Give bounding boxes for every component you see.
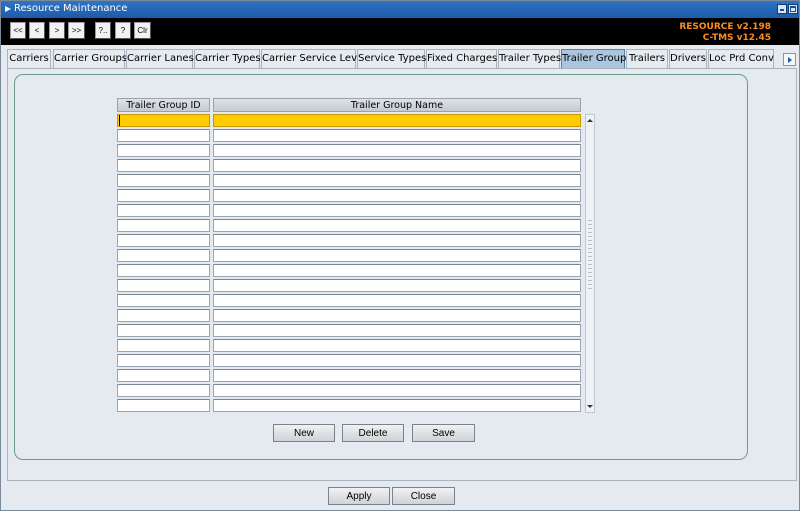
trailer-group-name-cell[interactable]: [213, 189, 581, 202]
trailer-group-name-cell[interactable]: [213, 219, 581, 232]
tab-carrier-service-level[interactable]: Carrier Service Level: [261, 49, 366, 68]
text-caret: [119, 115, 120, 126]
tab-carriers[interactable]: Carriers: [7, 49, 51, 68]
help-button[interactable]: ?: [115, 22, 131, 39]
maximize-button[interactable]: [788, 4, 798, 14]
column-header-trailer-group-name: Trailer Group Name: [213, 98, 581, 112]
clear-button[interactable]: Clr: [134, 22, 151, 39]
trailer-group-id-cell[interactable]: [117, 129, 210, 142]
trailer-group-id-cell[interactable]: [117, 339, 210, 352]
trailer-group-name-cell[interactable]: [213, 264, 581, 277]
ctms-version: C-TMS v12.45: [702, 33, 771, 43]
scroll-thumb[interactable]: [588, 220, 592, 290]
close-button[interactable]: Close: [392, 487, 455, 505]
column-header-trailer-group-id: Trailer Group ID: [117, 98, 210, 112]
save-button[interactable]: Save: [412, 424, 475, 442]
trailer-group-name-cell[interactable]: [213, 279, 581, 292]
trailer-group-id-cell[interactable]: [117, 399, 210, 412]
trailer-group-id-cell[interactable]: [117, 324, 210, 337]
new-button[interactable]: New: [273, 424, 335, 442]
tab-trailers[interactable]: Trailers: [626, 49, 668, 68]
resource-version: RESOURCE v2.198: [679, 22, 771, 32]
apply-button[interactable]: Apply: [328, 487, 390, 505]
first-record-button[interactable]: <<: [10, 22, 26, 39]
trailer-group-id-cell[interactable]: [117, 264, 210, 277]
trailer-group-name-cell[interactable]: [213, 144, 581, 157]
trailer-group-name-cell[interactable]: [213, 354, 581, 367]
tab-carrier-types[interactable]: Carrier Types: [194, 49, 261, 68]
tab-drivers[interactable]: Drivers: [669, 49, 707, 68]
last-record-button[interactable]: >>: [68, 22, 85, 39]
trailer-group-name-cell[interactable]: [213, 324, 581, 337]
trailer-group-name-cell[interactable]: [213, 249, 581, 262]
trailer-group-id-cell[interactable]: [117, 279, 210, 292]
title-bar: Resource Maintenance: [1, 1, 799, 18]
trailer-group-name-cell[interactable]: [213, 294, 581, 307]
trailer-group-name-cell[interactable]: [213, 384, 581, 397]
tab-carrier-groups[interactable]: Carrier Groups: [53, 49, 127, 68]
trailer-group-frame: Trailer Group ID Trailer Group Name New …: [14, 74, 748, 460]
trailer-group-id-cell[interactable]: [117, 219, 210, 232]
delete-button[interactable]: Delete: [342, 424, 404, 442]
tab-panel: Trailer Group ID Trailer Group Name New …: [7, 68, 797, 481]
trailer-group-id-cell[interactable]: [117, 114, 210, 127]
tab-scroll-right-icon[interactable]: [783, 53, 796, 66]
trailer-group-id-cell[interactable]: [117, 294, 210, 307]
trailer-group-name-cell[interactable]: [213, 399, 581, 412]
version-info: RESOURCE v2.198 C-TMS v12.45: [679, 22, 771, 44]
trailer-group-name-cell[interactable]: [213, 114, 581, 127]
toolbar: << < > >> ?.. ? Clr RESOURCE v2.198 C-TM…: [1, 18, 799, 45]
trailer-group-id-cell[interactable]: [117, 234, 210, 247]
trailer-group-id-cell[interactable]: [117, 174, 210, 187]
tab-strip: Carriers Carrier Groups Carrier Lanes Ca…: [7, 49, 797, 68]
trailer-group-name-cell[interactable]: [213, 174, 581, 187]
window-title: Resource Maintenance: [14, 3, 128, 14]
tab-service-types[interactable]: Service Types: [357, 49, 426, 68]
resource-maintenance-window: Resource Maintenance << < > >> ?.. ? Clr…: [0, 0, 800, 511]
trailer-group-name-cell[interactable]: [213, 309, 581, 322]
previous-record-button[interactable]: <: [29, 22, 45, 39]
trailer-group-id-cell[interactable]: [117, 369, 210, 382]
tab-trailer-types[interactable]: Trailer Types: [498, 49, 561, 68]
trailer-group-id-cell[interactable]: [117, 204, 210, 217]
trailer-group-id-cell[interactable]: [117, 189, 210, 202]
trailer-group-name-cell[interactable]: [213, 129, 581, 142]
query-list-button[interactable]: ?..: [95, 22, 111, 39]
grid-scrollbar[interactable]: [585, 114, 595, 413]
trailer-group-name-cell[interactable]: [213, 339, 581, 352]
tab-loc-prd-conv[interactable]: Loc Prd Conv: [708, 49, 774, 68]
trailer-group-id-cell[interactable]: [117, 384, 210, 397]
trailer-group-name-cell[interactable]: [213, 234, 581, 247]
app-icon: [5, 6, 11, 12]
trailer-group-name-cell[interactable]: [213, 204, 581, 217]
trailer-group-name-cell[interactable]: [213, 369, 581, 382]
trailer-group-id-cell[interactable]: [117, 249, 210, 262]
tab-carrier-lanes[interactable]: Carrier Lanes: [126, 49, 194, 68]
scroll-up-icon[interactable]: [586, 116, 594, 125]
minimize-button[interactable]: [777, 4, 787, 14]
next-record-button[interactable]: >: [49, 22, 65, 39]
trailer-group-id-cell[interactable]: [117, 309, 210, 322]
tab-trailer-group[interactable]: Trailer Group: [561, 49, 626, 68]
scroll-down-icon[interactable]: [586, 402, 594, 411]
trailer-group-name-cell[interactable]: [213, 159, 581, 172]
trailer-group-id-cell[interactable]: [117, 144, 210, 157]
trailer-group-id-cell[interactable]: [117, 354, 210, 367]
trailer-group-id-cell[interactable]: [117, 159, 210, 172]
tab-fixed-charges[interactable]: Fixed Charges: [426, 49, 497, 68]
